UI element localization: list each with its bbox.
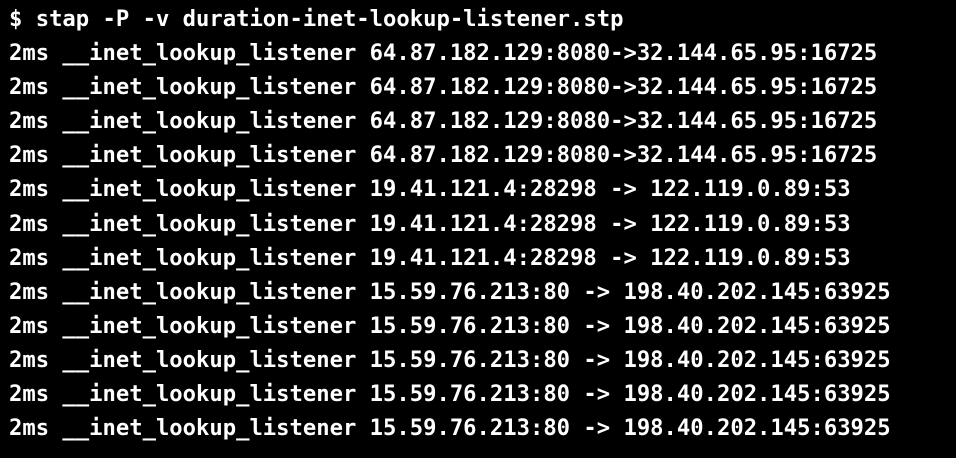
output-line: 2ms __inet_lookup_listener 19.41.121.4:2… xyxy=(9,176,851,203)
output-line: 2ms __inet_lookup_listener 64.87.182.129… xyxy=(9,40,878,67)
output-line: 2ms __inet_lookup_listener 64.87.182.129… xyxy=(9,142,878,169)
output-line: 2ms __inet_lookup_listener 15.59.76.213:… xyxy=(9,415,891,442)
output-line: 2ms __inet_lookup_listener 19.41.121.4:2… xyxy=(9,210,851,237)
output-line: 2ms __inet_lookup_listener 15.59.76.213:… xyxy=(9,312,891,339)
output-line: 2ms __inet_lookup_listener 15.59.76.213:… xyxy=(9,278,891,305)
command-line: $ stap -P -v duration-inet-lookup-listen… xyxy=(9,6,624,32)
output-line: 2ms __inet_lookup_listener 15.59.76.213:… xyxy=(9,346,891,373)
terminal-window[interactable]: $ stap -P -v duration-inet-lookup-listen… xyxy=(0,0,956,458)
output-line: 2ms __inet_lookup_listener 64.87.182.129… xyxy=(9,108,878,135)
output-line: 2ms __inet_lookup_listener 15.59.76.213:… xyxy=(9,381,891,408)
output-line: 2ms __inet_lookup_listener 64.87.182.129… xyxy=(9,74,878,101)
output-line: 2ms __inet_lookup_listener 19.41.121.4:2… xyxy=(9,244,851,271)
